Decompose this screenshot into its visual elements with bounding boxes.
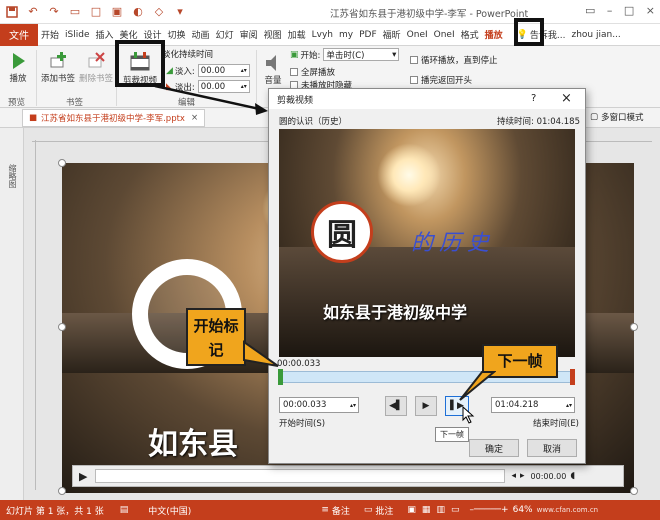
video-title-text: 的历史 (411, 231, 496, 256)
video-name: 圆的认识（历史） (279, 117, 348, 127)
video-subtitle-text: 如东县于港初级中学 (323, 303, 468, 322)
current-time-label: 00:00.033 (277, 359, 321, 369)
sorter-view-icon[interactable]: ▦ (422, 505, 431, 515)
notes-label[interactable]: 备注 (332, 504, 350, 517)
mouse-cursor-icon (462, 406, 475, 424)
start-time-value: 00:00.033 (283, 400, 327, 410)
next-frame-tooltip: 下一帧 (435, 427, 469, 442)
comments-label[interactable]: 批注 (375, 504, 393, 517)
ok-button[interactable]: 确定 (469, 439, 519, 457)
close-icon[interactable]: × (561, 91, 572, 106)
language-label[interactable]: 中文(中国) (148, 504, 191, 517)
trim-video-dialog: 剪裁视频 ? × 圆的认识（历史） 持续时间: 01:04.185 圆 的历史 … (268, 88, 586, 464)
comments-icon[interactable]: ▭ (364, 505, 373, 515)
zoom-slider[interactable]: –─────+ (469, 505, 508, 515)
end-time-value: 01:04.218 (495, 400, 539, 410)
start-marker-handle[interactable] (278, 369, 283, 385)
slide-info: 幻灯片 第 1 张，共 1 张 (6, 506, 104, 517)
normal-view-icon[interactable]: ▣ (407, 505, 416, 515)
proofing-icon[interactable]: ▤ (120, 505, 129, 515)
dialog-title-bar: 剪裁视频 ? × (269, 89, 585, 109)
sun-glow (377, 143, 441, 207)
dialog-title: 剪裁视频 (277, 95, 314, 106)
watermark-text: www.cfan.com.cn (536, 506, 599, 514)
previous-frame-icon: ◀▌ (389, 401, 403, 411)
video-duration: 持续时间: 01:04.185 (497, 117, 580, 127)
start-marker-callout: 开始标记 (186, 308, 246, 366)
spinner-icon[interactable]: ▴▾ (350, 402, 358, 409)
play-icon: ▶ (422, 401, 430, 411)
logo-circle: 圆 (311, 201, 373, 263)
callout-pointer (243, 340, 279, 367)
end-marker-handle[interactable] (570, 369, 575, 385)
cancel-button[interactable]: 取消 (527, 439, 577, 457)
play-preview-button[interactable]: ▶ (415, 396, 437, 416)
start-time-input[interactable]: 00:00.033 ▴▾ (279, 397, 359, 413)
end-time-label: 结束时间(E) (533, 419, 580, 429)
callout-pointer (459, 371, 496, 401)
start-time-label: 开始时间(S) (279, 419, 326, 429)
notes-icon[interactable]: ≡ (321, 505, 329, 515)
end-time-input[interactable]: 01:04.218 ▴▾ (491, 397, 575, 413)
reading-view-icon[interactable]: ▥ (436, 505, 445, 515)
zoom-level[interactable]: 64% (513, 505, 533, 515)
slideshow-view-icon[interactable]: ▭ (451, 505, 460, 515)
status-bar: 幻灯片 第 1 张，共 1 张 ▤ 中文(中国) ≡ 备注 ▭ 批注 ▣ ▦ ▥… (0, 500, 660, 520)
previous-frame-button[interactable]: ◀▌ (385, 396, 407, 416)
spinner-icon[interactable]: ▴▾ (566, 402, 574, 409)
help-icon[interactable]: ? (531, 93, 536, 104)
video-preview: 圆 的历史 如东县于港初级中学 (279, 129, 575, 357)
